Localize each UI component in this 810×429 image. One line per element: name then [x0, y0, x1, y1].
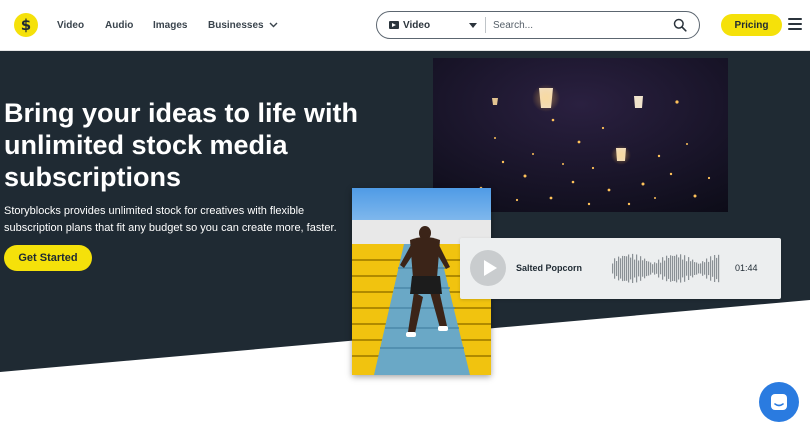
video-icon: [389, 21, 399, 29]
chevron-down-icon: [269, 22, 278, 28]
pricing-button[interactable]: Pricing: [721, 14, 782, 36]
hero-subtitle: Storyblocks provides unlimited stock for…: [4, 205, 337, 234]
waveform[interactable]: [612, 252, 720, 285]
search-type-select[interactable]: Video: [377, 12, 485, 38]
hero-title: Bring your ideas to life with unlimited …: [4, 98, 359, 192]
nav-video[interactable]: Video: [57, 0, 84, 50]
site-header: $ Video Audio Images Businesses Video Pr…: [0, 0, 810, 51]
search-input[interactable]: [493, 16, 663, 34]
chat-icon: [771, 394, 787, 410]
get-started-button[interactable]: Get Started: [4, 245, 92, 271]
audio-track-title: Salted Popcorn: [516, 263, 583, 273]
search-type-label: Video: [403, 19, 431, 31]
storyblocks-logo[interactable]: $: [14, 13, 38, 37]
nav-images[interactable]: Images: [153, 0, 187, 50]
search-divider: [485, 17, 486, 33]
nav-audio[interactable]: Audio: [105, 0, 133, 50]
audio-preview-card: Salted Popcorn 01:44: [460, 238, 781, 299]
nav-businesses-label: Businesses: [208, 19, 264, 31]
search-icon[interactable]: [673, 18, 687, 32]
nav-businesses[interactable]: Businesses: [208, 0, 278, 50]
hamburger-icon[interactable]: [788, 18, 802, 30]
caret-down-icon: [469, 23, 477, 28]
search-bar: Video: [376, 11, 700, 39]
chat-button[interactable]: [759, 382, 799, 422]
audio-track-duration: 01:44: [735, 263, 758, 273]
play-icon[interactable]: [470, 250, 506, 286]
